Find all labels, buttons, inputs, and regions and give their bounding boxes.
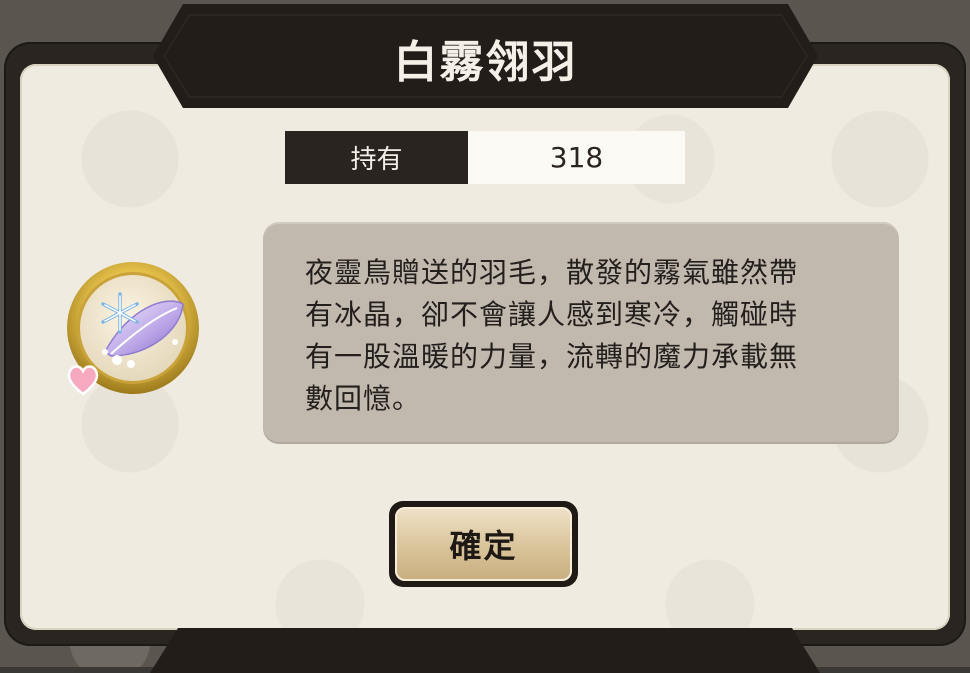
confirm-button[interactable]: 確定 [389,501,578,587]
holdings-value: 318 [468,131,685,184]
item-description: 夜靈鳥贈送的羽毛，散發的霧氣雖然帶 有冰晶，卻不會讓人感到寒冷，觸碰時 有一股溫… [305,256,799,415]
holdings-label: 持有 [285,131,468,184]
bottom-banner [150,628,820,673]
dialog-title: 白霧翎羽 [393,37,578,88]
confirm-button-label: 確定 [395,507,572,581]
heart-icon [66,364,100,396]
